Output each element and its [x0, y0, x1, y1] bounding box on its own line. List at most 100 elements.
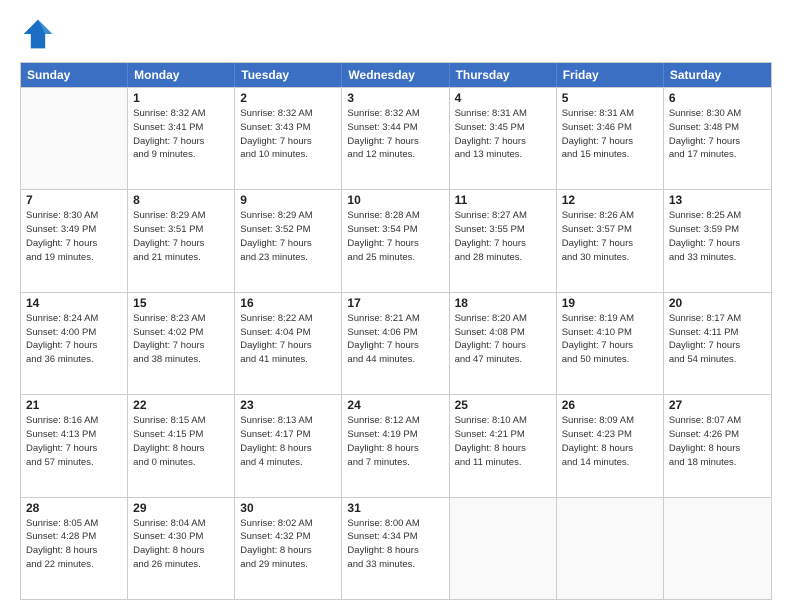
day-info: Sunrise: 8:29 AMSunset: 3:51 PMDaylight:…	[133, 209, 229, 264]
day-number: 5	[562, 91, 658, 105]
day-cell-21: 21 Sunrise: 8:16 AMSunset: 4:13 PMDayligh…	[21, 395, 128, 496]
day-number: 28	[26, 501, 122, 515]
header-cell-saturday: Saturday	[664, 63, 771, 87]
day-info: Sunrise: 8:15 AMSunset: 4:15 PMDaylight:…	[133, 414, 229, 469]
empty-cell	[21, 88, 128, 189]
day-info: Sunrise: 8:27 AMSunset: 3:55 PMDaylight:…	[455, 209, 551, 264]
day-number: 10	[347, 193, 443, 207]
day-cell-29: 29 Sunrise: 8:04 AMSunset: 4:30 PMDayligh…	[128, 498, 235, 599]
day-cell-22: 22 Sunrise: 8:15 AMSunset: 4:15 PMDayligh…	[128, 395, 235, 496]
day-number: 7	[26, 193, 122, 207]
day-cell-25: 25 Sunrise: 8:10 AMSunset: 4:21 PMDayligh…	[450, 395, 557, 496]
day-cell-17: 17Sunrise: 8:21 AMSunset: 4:06 PMDayligh…	[342, 293, 449, 394]
day-info: Sunrise: 8:07 AMSunset: 4:26 PMDaylight:…	[669, 414, 766, 469]
empty-cell	[450, 498, 557, 599]
day-cell-16: 16 Sunrise: 8:22 AMSunset: 4:04 PMDayligh…	[235, 293, 342, 394]
day-info: Sunrise: 8:32 AMSunset: 3:43 PMDaylight:…	[240, 107, 336, 162]
day-number: 17	[347, 296, 443, 310]
day-number: 11	[455, 193, 551, 207]
day-number: 20	[669, 296, 766, 310]
day-cell-30: 30Sunrise: 8:02 AMSunset: 4:32 PMDayligh…	[235, 498, 342, 599]
day-info: Sunrise: 8:29 AMSunset: 3:52 PMDaylight:…	[240, 209, 336, 264]
header-cell-monday: Monday	[128, 63, 235, 87]
day-number: 24	[347, 398, 443, 412]
week-row-4: 21 Sunrise: 8:16 AMSunset: 4:13 PMDayligh…	[21, 394, 771, 496]
day-number: 31	[347, 501, 443, 515]
day-cell-7: 7 Sunrise: 8:30 AMSunset: 3:49 PMDaylight…	[21, 190, 128, 291]
day-info: Sunrise: 8:09 AMSunset: 4:23 PMDaylight:…	[562, 414, 658, 469]
day-info: Sunrise: 8:31 AMSunset: 3:45 PMDaylight:…	[455, 107, 551, 162]
day-number: 12	[562, 193, 658, 207]
header	[20, 16, 772, 52]
week-row-3: 14 Sunrise: 8:24 AMSunset: 4:00 PMDayligh…	[21, 292, 771, 394]
day-number: 27	[669, 398, 766, 412]
day-cell-20: 20 Sunrise: 8:17 AMSunset: 4:11 PMDayligh…	[664, 293, 771, 394]
calendar-body: 1 Sunrise: 8:32 AMSunset: 3:41 PMDaylight…	[21, 87, 771, 599]
day-cell-13: 13 Sunrise: 8:25 AMSunset: 3:59 PMDayligh…	[664, 190, 771, 291]
day-info: Sunrise: 8:23 AMSunset: 4:02 PMDaylight:…	[133, 312, 229, 367]
day-number: 19	[562, 296, 658, 310]
day-info: Sunrise: 8:30 AMSunset: 3:48 PMDaylight:…	[669, 107, 766, 162]
calendar-header-row: SundayMondayTuesdayWednesdayThursdayFrid…	[21, 63, 771, 87]
empty-cell	[557, 498, 664, 599]
day-info: Sunrise: 8:17 AMSunset: 4:11 PMDaylight:…	[669, 312, 766, 367]
day-number: 21	[26, 398, 122, 412]
day-cell-15: 15 Sunrise: 8:23 AMSunset: 4:02 PMDayligh…	[128, 293, 235, 394]
day-number: 23	[240, 398, 336, 412]
day-info: Sunrise: 8:28 AMSunset: 3:54 PMDaylight:…	[347, 209, 443, 264]
day-number: 29	[133, 501, 229, 515]
day-number: 13	[669, 193, 766, 207]
day-info: Sunrise: 8:24 AMSunset: 4:00 PMDaylight:…	[26, 312, 122, 367]
day-cell-3: 3Sunrise: 8:32 AMSunset: 3:44 PMDaylight…	[342, 88, 449, 189]
header-cell-friday: Friday	[557, 63, 664, 87]
day-info: Sunrise: 8:32 AMSunset: 3:41 PMDaylight:…	[133, 107, 229, 162]
day-cell-31: 31 Sunrise: 8:00 AMSunset: 4:34 PMDayligh…	[342, 498, 449, 599]
day-cell-8: 8 Sunrise: 8:29 AMSunset: 3:51 PMDaylight…	[128, 190, 235, 291]
day-cell-18: 18Sunrise: 8:20 AMSunset: 4:08 PMDayligh…	[450, 293, 557, 394]
day-info: Sunrise: 8:05 AMSunset: 4:28 PMDaylight:…	[26, 517, 122, 572]
day-info: Sunrise: 8:30 AMSunset: 3:49 PMDaylight:…	[26, 209, 122, 264]
logo-icon	[20, 16, 56, 52]
day-info: Sunrise: 8:02 AMSunset: 4:32 PMDaylight:…	[240, 517, 336, 572]
day-cell-19: 19Sunrise: 8:19 AMSunset: 4:10 PMDayligh…	[557, 293, 664, 394]
page: SundayMondayTuesdayWednesdayThursdayFrid…	[0, 0, 792, 612]
day-cell-11: 11 Sunrise: 8:27 AMSunset: 3:55 PMDayligh…	[450, 190, 557, 291]
day-info: Sunrise: 8:22 AMSunset: 4:04 PMDaylight:…	[240, 312, 336, 367]
day-number: 16	[240, 296, 336, 310]
day-number: 15	[133, 296, 229, 310]
week-row-5: 28 Sunrise: 8:05 AMSunset: 4:28 PMDayligh…	[21, 497, 771, 599]
day-cell-12: 12 Sunrise: 8:26 AMSunset: 3:57 PMDayligh…	[557, 190, 664, 291]
day-cell-14: 14 Sunrise: 8:24 AMSunset: 4:00 PMDayligh…	[21, 293, 128, 394]
day-info: Sunrise: 8:26 AMSunset: 3:57 PMDaylight:…	[562, 209, 658, 264]
day-number: 25	[455, 398, 551, 412]
header-cell-sunday: Sunday	[21, 63, 128, 87]
day-number: 3	[347, 91, 443, 105]
day-cell-27: 27 Sunrise: 8:07 AMSunset: 4:26 PMDayligh…	[664, 395, 771, 496]
day-cell-4: 4Sunrise: 8:31 AMSunset: 3:45 PMDaylight…	[450, 88, 557, 189]
day-cell-6: 6 Sunrise: 8:30 AMSunset: 3:48 PMDaylight…	[664, 88, 771, 189]
day-cell-10: 10 Sunrise: 8:28 AMSunset: 3:54 PMDayligh…	[342, 190, 449, 291]
day-cell-23: 23Sunrise: 8:13 AMSunset: 4:17 PMDayligh…	[235, 395, 342, 496]
day-info: Sunrise: 8:04 AMSunset: 4:30 PMDaylight:…	[133, 517, 229, 572]
calendar: SundayMondayTuesdayWednesdayThursdayFrid…	[20, 62, 772, 600]
day-number: 6	[669, 91, 766, 105]
header-cell-tuesday: Tuesday	[235, 63, 342, 87]
day-cell-2: 2Sunrise: 8:32 AMSunset: 3:43 PMDaylight…	[235, 88, 342, 189]
day-number: 14	[26, 296, 122, 310]
week-row-1: 1 Sunrise: 8:32 AMSunset: 3:41 PMDaylight…	[21, 87, 771, 189]
header-cell-wednesday: Wednesday	[342, 63, 449, 87]
day-cell-26: 26 Sunrise: 8:09 AMSunset: 4:23 PMDayligh…	[557, 395, 664, 496]
day-cell-5: 5Sunrise: 8:31 AMSunset: 3:46 PMDaylight…	[557, 88, 664, 189]
day-info: Sunrise: 8:16 AMSunset: 4:13 PMDaylight:…	[26, 414, 122, 469]
day-number: 26	[562, 398, 658, 412]
day-info: Sunrise: 8:00 AMSunset: 4:34 PMDaylight:…	[347, 517, 443, 572]
day-info: Sunrise: 8:25 AMSunset: 3:59 PMDaylight:…	[669, 209, 766, 264]
day-info: Sunrise: 8:12 AMSunset: 4:19 PMDaylight:…	[347, 414, 443, 469]
week-row-2: 7 Sunrise: 8:30 AMSunset: 3:49 PMDaylight…	[21, 189, 771, 291]
day-cell-9: 9Sunrise: 8:29 AMSunset: 3:52 PMDaylight…	[235, 190, 342, 291]
day-cell-1: 1 Sunrise: 8:32 AMSunset: 3:41 PMDaylight…	[128, 88, 235, 189]
day-info: Sunrise: 8:10 AMSunset: 4:21 PMDaylight:…	[455, 414, 551, 469]
day-number: 8	[133, 193, 229, 207]
day-number: 1	[133, 91, 229, 105]
day-number: 22	[133, 398, 229, 412]
